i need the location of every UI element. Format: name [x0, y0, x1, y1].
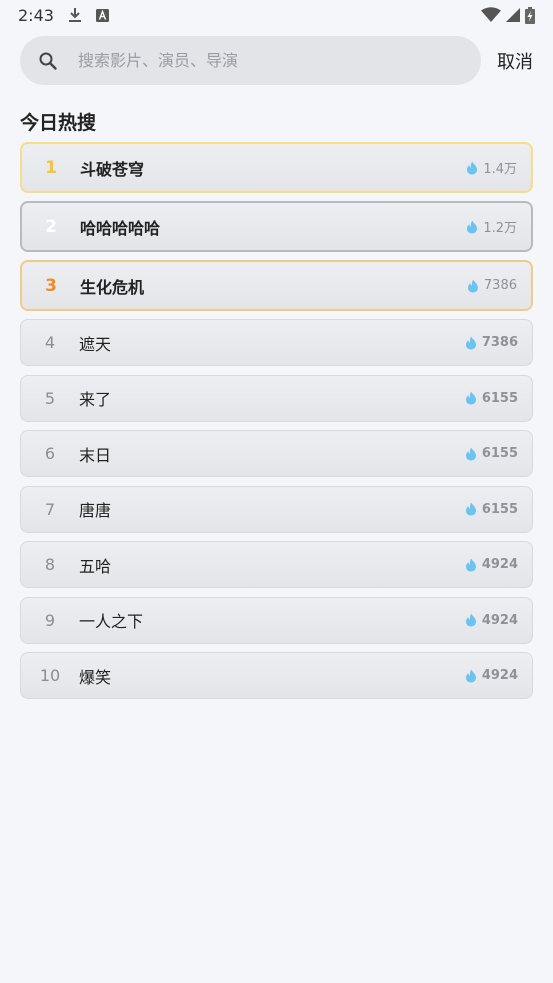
status-left: 2:43 — [18, 6, 109, 25]
heat-value: 7386 — [481, 335, 518, 350]
heat-value: 4924 — [481, 557, 518, 572]
flame-icon — [467, 279, 478, 292]
heat-value: 6155 — [481, 501, 518, 517]
item-title: 末日 — [79, 445, 112, 465]
hot-item[interactable]: 2 哈哈哈哈哈 1.2万 — [20, 201, 533, 252]
item-title: 哈哈哈哈哈 — [80, 218, 161, 238]
heat: 1.2万 — [466, 217, 517, 236]
wifi-icon — [481, 7, 501, 23]
search-box[interactable] — [20, 36, 481, 85]
heat: 6155 — [465, 391, 518, 406]
hot-item[interactable]: 5 来了 6155 — [20, 374, 533, 422]
heat-value: 4924 — [481, 612, 518, 628]
hot-item[interactable]: 4 遮天 7386 — [20, 319, 533, 366]
rank-number: 6 — [44, 444, 56, 463]
heat: 4924 — [465, 613, 518, 628]
flame-icon — [467, 220, 478, 233]
hot-search-list: 1 斗破苍穹 1.4万 2 哈哈哈哈哈 1.2万 3 生化危机 7386 4 遮… — [20, 142, 533, 708]
status-time: 2:43 — [18, 5, 54, 25]
battery-charging-icon — [525, 6, 535, 24]
heat: 4924 — [465, 668, 518, 683]
item-title: 生化危机 — [80, 277, 145, 297]
flame-icon — [465, 558, 476, 571]
item-title: 唐唐 — [79, 501, 112, 520]
cancel-button[interactable]: 取消 — [497, 48, 533, 74]
font-a-icon — [95, 8, 109, 22]
heat-value: 1.2万 — [483, 221, 517, 236]
heat: 7386 — [467, 278, 517, 293]
download-icon — [68, 7, 82, 23]
flame-icon — [467, 161, 478, 174]
heat-value: 1.4万 — [483, 162, 517, 177]
rank-number: 2 — [45, 216, 57, 237]
status-right — [481, 6, 535, 24]
hot-item[interactable]: 9 一人之下 4924 — [20, 596, 533, 644]
item-title: 一人之下 — [79, 612, 144, 631]
heat: 6155 — [465, 502, 518, 517]
rank-number: 9 — [44, 610, 56, 630]
search-input[interactable] — [78, 51, 438, 70]
hot-item[interactable]: 10 爆笑 4924 — [20, 652, 533, 699]
search-row: 取消 — [20, 36, 540, 85]
flame-icon — [465, 502, 476, 516]
flame-icon — [465, 447, 476, 460]
rank-number: 8 — [44, 555, 56, 574]
heat-value: 6155 — [481, 446, 518, 461]
hot-item[interactable]: 6 末日 6155 — [20, 430, 533, 477]
flame-icon — [465, 336, 476, 349]
hot-item[interactable]: 8 五哈 4924 — [20, 541, 533, 588]
heat: 6155 — [465, 446, 518, 461]
heat: 7386 — [465, 335, 518, 350]
flame-icon — [465, 613, 476, 627]
flame-icon — [465, 391, 476, 405]
hot-item[interactable]: 1 斗破苍穹 1.4万 — [20, 142, 533, 193]
rank-number: 1 — [45, 157, 57, 178]
item-title: 五哈 — [79, 556, 112, 576]
status-bar: 2:43 — [0, 0, 553, 30]
heat-value: 4924 — [481, 668, 518, 683]
rank-number: 3 — [45, 275, 57, 296]
item-title: 遮天 — [79, 334, 112, 354]
item-title: 来了 — [79, 390, 112, 409]
heat: 4924 — [465, 557, 518, 572]
heat: 1.4万 — [466, 158, 517, 177]
rank-number: 5 — [44, 388, 56, 408]
search-icon[interactable] — [38, 51, 58, 71]
hot-item[interactable]: 7 唐唐 6155 — [20, 485, 533, 533]
heat-value: 7386 — [483, 278, 517, 293]
rank-number: 10 — [39, 666, 61, 685]
flame-icon — [465, 669, 476, 682]
rank-number: 4 — [44, 333, 56, 352]
heat-value: 6155 — [481, 390, 518, 406]
rank-number: 7 — [44, 499, 56, 519]
item-title: 斗破苍穹 — [80, 159, 145, 179]
hot-item[interactable]: 3 生化危机 7386 — [20, 260, 533, 311]
item-title: 爆笑 — [79, 667, 112, 687]
cell-signal-icon — [505, 7, 521, 23]
section-title: 今日热搜 — [20, 112, 97, 134]
